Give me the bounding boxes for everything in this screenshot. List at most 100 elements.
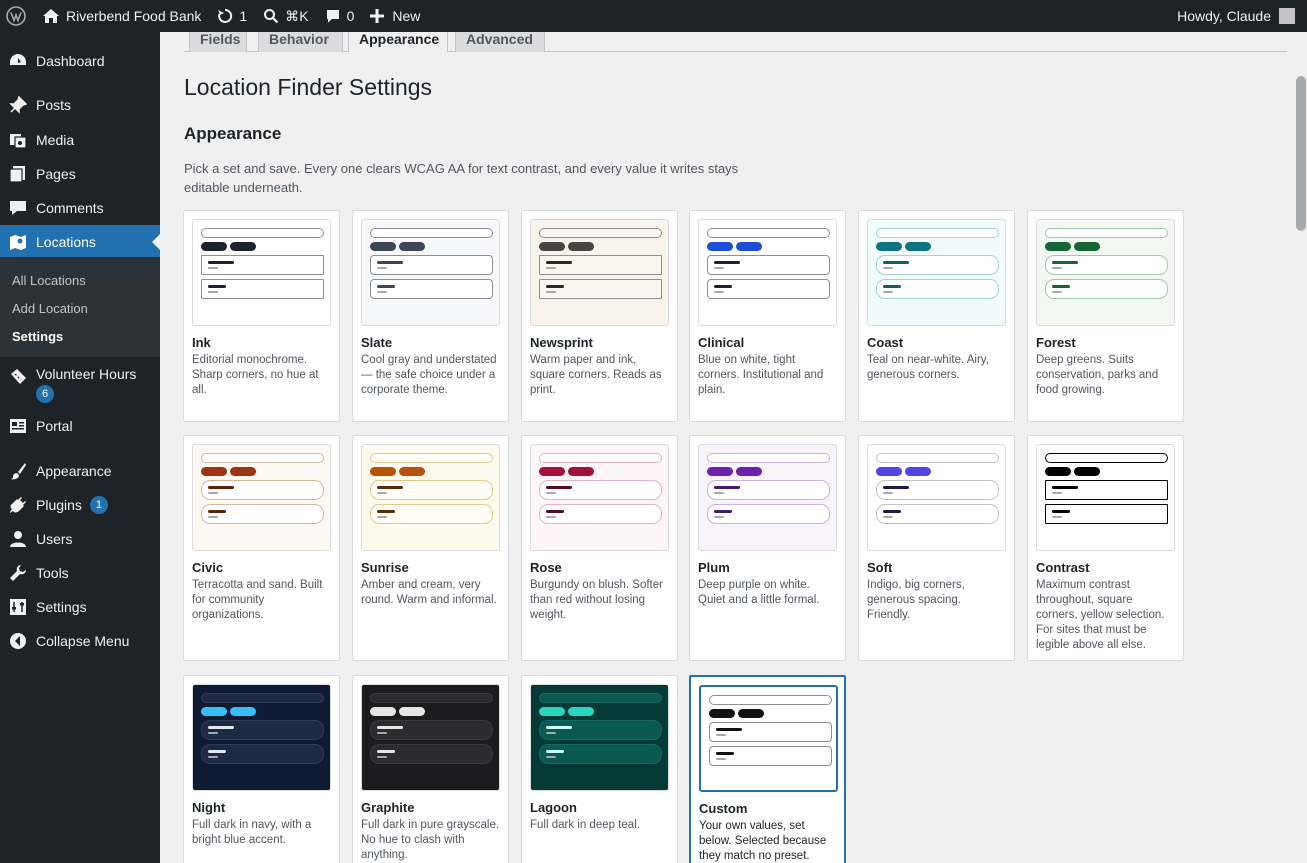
my-account-link[interactable]: Howdy, Claude [1169, 0, 1307, 32]
menu-label: Dashboard [36, 53, 105, 69]
preview-result [876, 504, 999, 524]
preview-result [201, 255, 324, 275]
preset-card-clinical[interactable]: Clinical Blue on white, tight corners. In… [689, 210, 846, 422]
preset-card-coast[interactable]: Coast Teal on near-white. Airy, generous … [858, 210, 1015, 422]
new-label: New [392, 8, 421, 24]
preview-chip [1074, 467, 1100, 476]
preview-search-bar [370, 453, 493, 463]
menu-portal[interactable]: Portal [0, 409, 160, 443]
preset-card-civic[interactable]: Civic Terracotta and sand. Built for comm… [183, 435, 340, 661]
preset-card-custom[interactable]: Custom Your own values, set below. Select… [689, 675, 846, 863]
preview-search-bar [707, 228, 830, 238]
preset-card-plum[interactable]: Plum Deep purple on white. Quiet and a li… [689, 435, 846, 661]
menu-comments[interactable]: Comments [0, 191, 160, 225]
preset-card-contrast[interactable]: Contrast Maximum contrast throughout, squ… [1027, 435, 1184, 661]
updates-link[interactable]: 1 [209, 0, 255, 32]
menu-media[interactable]: Media [0, 123, 160, 157]
submenu-settings[interactable]: Settings [12, 329, 63, 344]
preset-card-graphite[interactable]: Graphite Full dark in pure grayscale. No … [352, 675, 509, 863]
preview-chip [399, 242, 425, 251]
menu-dashboard[interactable]: Dashboard [0, 44, 160, 78]
preset-preview [698, 444, 837, 551]
preset-description: Blue on white, tight corners. Institutio… [698, 354, 824, 396]
comments-link[interactable]: 0 [317, 0, 363, 32]
preview-search-bar [876, 453, 999, 463]
comment-icon [0, 199, 36, 217]
preview-chip [539, 242, 565, 251]
menu-locations[interactable]: Locations [0, 225, 160, 259]
plugin-icon [0, 496, 36, 514]
submenu-all-locations[interactable]: All Locations [12, 273, 86, 288]
comment-bubble-icon [326, 10, 339, 23]
preset-name: Plum [698, 560, 730, 575]
tab-behavior[interactable]: Behavior [258, 32, 343, 52]
preset-preview [1036, 444, 1175, 551]
preview-result [539, 480, 662, 500]
preset-preview [1036, 219, 1175, 326]
preview-search-bar [370, 693, 493, 703]
menu-appearance[interactable]: Appearance [0, 454, 160, 488]
main-content: Fields Behavior Appearance Advanced Loca… [160, 32, 1307, 863]
preset-card-ink[interactable]: Ink Editorial monochrome. Sharp corners, … [183, 210, 340, 422]
sliders-icon [0, 598, 36, 616]
preset-preview [699, 685, 838, 792]
preview-chip [709, 709, 735, 718]
page-scrollbar[interactable] [1293, 32, 1307, 863]
preset-name: Civic [192, 560, 224, 575]
submenu-add-location[interactable]: Add Location [12, 301, 88, 316]
menu-settings[interactable]: Settings [0, 590, 160, 624]
preview-result [370, 744, 493, 764]
menu-plugins[interactable]: Plugins 1 [0, 488, 160, 522]
locations-submenu: All Locations Add Location Settings [0, 257, 160, 357]
preview-search-bar [539, 228, 662, 238]
tab-advanced[interactable]: Advanced [455, 32, 545, 52]
preset-name: Clinical [698, 335, 745, 350]
site-name-link[interactable]: Riverbend Food Bank [34, 0, 209, 32]
menu-tools[interactable]: Tools [0, 556, 160, 590]
preset-description: Full dark in deep teal. [530, 819, 640, 831]
preview-chip [370, 467, 396, 476]
preview-chip [1045, 242, 1071, 251]
preview-result [370, 504, 493, 524]
collapse-menu-button[interactable]: Collapse Menu [0, 624, 160, 658]
preview-result [201, 480, 324, 500]
menu-volunteer-hours[interactable]: Volunteer Hours 6 [0, 360, 160, 408]
menu-users[interactable]: Users [0, 522, 160, 556]
wordpress-logo-icon[interactable] [0, 0, 34, 32]
preset-card-sunrise[interactable]: Sunrise Amber and cream, very round. Warm… [352, 435, 509, 661]
preview-chip [876, 467, 902, 476]
preview-result [201, 720, 324, 740]
command-search-link[interactable]: ⌘K [255, 0, 316, 32]
preset-name: Soft [867, 560, 893, 575]
preset-description: Deep purple on white. Quiet and a little… [698, 579, 820, 606]
preview-chip [370, 707, 396, 716]
preset-card-forest[interactable]: Forest Deep greens. Suits conservation, p… [1027, 210, 1184, 422]
preview-chip [707, 467, 733, 476]
preview-result [1045, 480, 1168, 500]
preview-chip [568, 242, 594, 251]
preset-name: Forest [1036, 335, 1076, 350]
preview-chip [568, 467, 594, 476]
avatar [1279, 8, 1295, 24]
preset-description: Full dark in pure grayscale. No hue to c… [361, 819, 500, 861]
preset-card-slate[interactable]: Slate Cool gray and understated — the saf… [352, 210, 509, 422]
tab-fields[interactable]: Fields [189, 32, 247, 52]
preview-chip [201, 242, 227, 251]
preview-chip [1074, 242, 1100, 251]
preset-preview [361, 684, 500, 791]
menu-posts[interactable]: Posts [0, 88, 160, 122]
menu-pages[interactable]: Pages [0, 157, 160, 191]
preview-chip [230, 707, 256, 716]
preset-card-newsprint[interactable]: Newsprint Warm paper and ink, square corn… [521, 210, 678, 422]
scrollbar-thumb[interactable] [1296, 76, 1306, 231]
preview-result [876, 255, 999, 275]
preset-card-lagoon[interactable]: Lagoon Full dark in deep teal. [521, 675, 678, 863]
greeting: Howdy, Claude [1177, 8, 1271, 24]
preset-card-soft[interactable]: Soft Indigo, big corners, generous spacin… [858, 435, 1015, 661]
preset-description: Maximum contrast throughout, square corn… [1036, 579, 1165, 651]
preset-card-night[interactable]: Night Full dark in navy, with a bright bl… [183, 675, 340, 863]
new-content-link[interactable]: New [362, 0, 428, 32]
preset-card-rose[interactable]: Rose Burgundy on blush. Softer than red w… [521, 435, 678, 661]
tab-appearance[interactable]: Appearance [348, 32, 448, 53]
ticket-icon [0, 366, 36, 386]
